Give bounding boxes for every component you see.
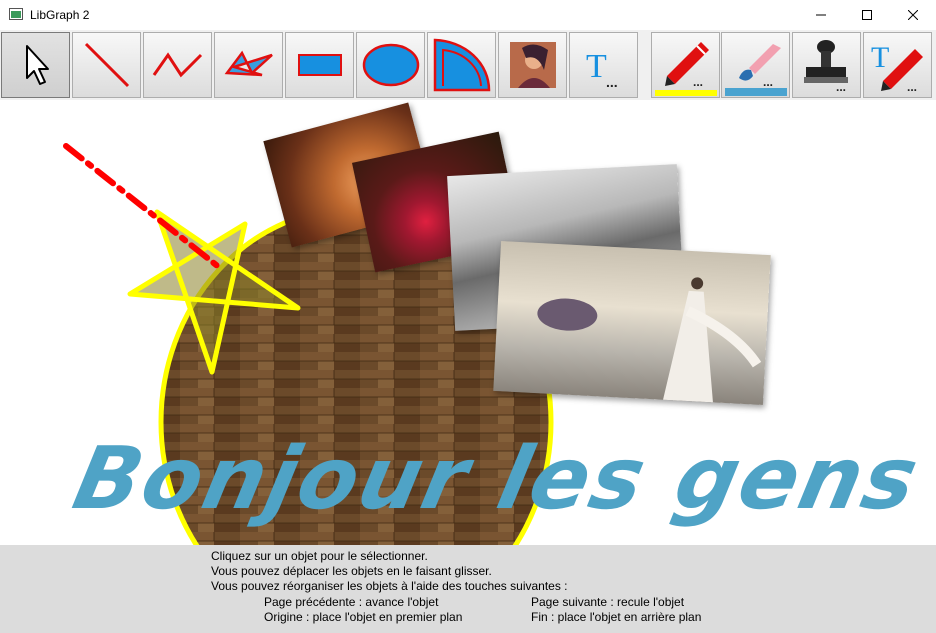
pie-icon [433, 38, 490, 92]
pen-color-button[interactable]: ... [651, 32, 720, 98]
help-key-page-up: Page précédente : avance l'objet [264, 595, 439, 609]
help-key-home: Origine : place l'objet en premier plan [264, 610, 463, 624]
select-tool-button[interactable] [1, 32, 70, 98]
help-line-3: Vous pouvez réorganiser les objets à l'a… [211, 579, 568, 593]
rectangle-tool-button[interactable] [285, 32, 354, 98]
minimize-icon [816, 14, 826, 16]
svg-text:T: T [586, 48, 607, 85]
svg-text:...: ... [763, 75, 773, 89]
toolbar: T ... ... ... ... T ... [0, 30, 936, 100]
minimize-button[interactable] [798, 0, 844, 30]
arrow-cursor-icon [25, 45, 49, 85]
help-panel: Cliquez sur un objet pour le sélectionne… [0, 545, 936, 633]
text-color-button[interactable]: T ... [863, 32, 932, 98]
dashed-red-line[interactable] [63, 143, 223, 271]
headline-text[interactable]: Bonjour les gens ! [65, 429, 936, 529]
polygon-icon [224, 50, 273, 77]
close-icon [908, 10, 918, 20]
rectangle-icon [297, 54, 342, 76]
app-icon [9, 8, 23, 20]
maximize-button[interactable] [844, 0, 890, 30]
maximize-icon [862, 10, 872, 20]
text-pen-icon: T ... [871, 41, 923, 93]
help-key-page-down: Page suivante : recule l'objet [531, 595, 685, 609]
yellow-star[interactable] [127, 209, 301, 375]
stamp-tool-button[interactable]: ... [792, 32, 861, 98]
ellipse-icon [362, 43, 419, 87]
text-tool-button[interactable]: T ... [569, 32, 638, 98]
close-button[interactable] [890, 0, 936, 30]
svg-text:...: ... [907, 80, 917, 93]
help-line-2: Vous pouvez déplacer les objets en le fa… [211, 564, 492, 578]
brush-icon: ... [724, 44, 787, 96]
text-icon: T ... [586, 48, 618, 89]
polygon-tool-button[interactable] [214, 32, 283, 98]
window-title: LibGraph 2 [30, 8, 90, 22]
ellipse-tool-button[interactable] [356, 32, 425, 98]
help-key-end: Fin : place l'objet en arrière plan [531, 610, 702, 624]
image-icon [509, 42, 556, 88]
pen-icon: ... [654, 42, 717, 96]
svg-text:T: T [871, 41, 889, 74]
svg-text:...: ... [693, 75, 703, 89]
svg-text:...: ... [606, 74, 618, 89]
pie-tool-button[interactable] [427, 32, 496, 98]
image-tool-button[interactable] [498, 32, 567, 98]
line-tool-button[interactable] [72, 32, 141, 98]
help-line-1: Cliquez sur un objet pour le sélectionne… [211, 549, 428, 563]
drawing-canvas[interactable]: Bonjour les gens ! [0, 100, 936, 545]
polyline-icon [152, 52, 202, 78]
svg-text:...: ... [836, 80, 846, 93]
stamp-icon: ... [803, 40, 848, 93]
brush-color-button[interactable]: ... [721, 32, 790, 98]
line-icon [84, 42, 129, 88]
polyline-tool-button[interactable] [143, 32, 212, 98]
title-bar: LibGraph 2 [0, 0, 936, 31]
